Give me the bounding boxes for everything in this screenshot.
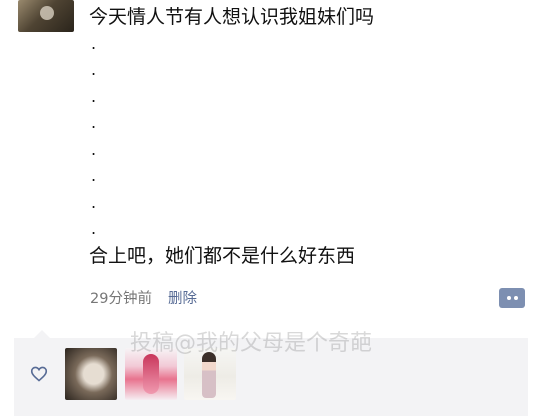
heart-icon [30,366,48,382]
post-dot-line: . [91,219,97,238]
post-dot-line: . [91,33,97,53]
more-icon-dot [506,296,511,300]
delete-link[interactable]: 删除 [168,287,197,308]
liker-avatar[interactable] [65,348,117,400]
post-line: 今天情人节有人想认识我姐妹们吗 [89,6,375,28]
poster-avatar[interactable] [18,0,74,32]
post-line: 合上吧，她们都不是什么好东西 [89,244,356,267]
post-dot-line: . [91,60,97,79]
post-dot-line: . [91,166,97,185]
post-dot-line: . [91,139,97,159]
watermark-text: 投稿@我的父母是个奇葩 [130,331,373,356]
post-dot-line: . [91,192,97,212]
post-dot-line: . [91,113,97,132]
post-meta: 29分钟前 删除 [90,287,197,308]
moment-post: 今天情人节有人想认识我姐妹们吗 . . . . . . . . 合上吧，她们都不… [89,4,529,269]
post-timestamp: 29分钟前 [90,291,152,307]
more-button[interactable] [499,288,525,308]
post-dot-line: . [91,86,97,106]
more-icon-dot [513,296,518,300]
